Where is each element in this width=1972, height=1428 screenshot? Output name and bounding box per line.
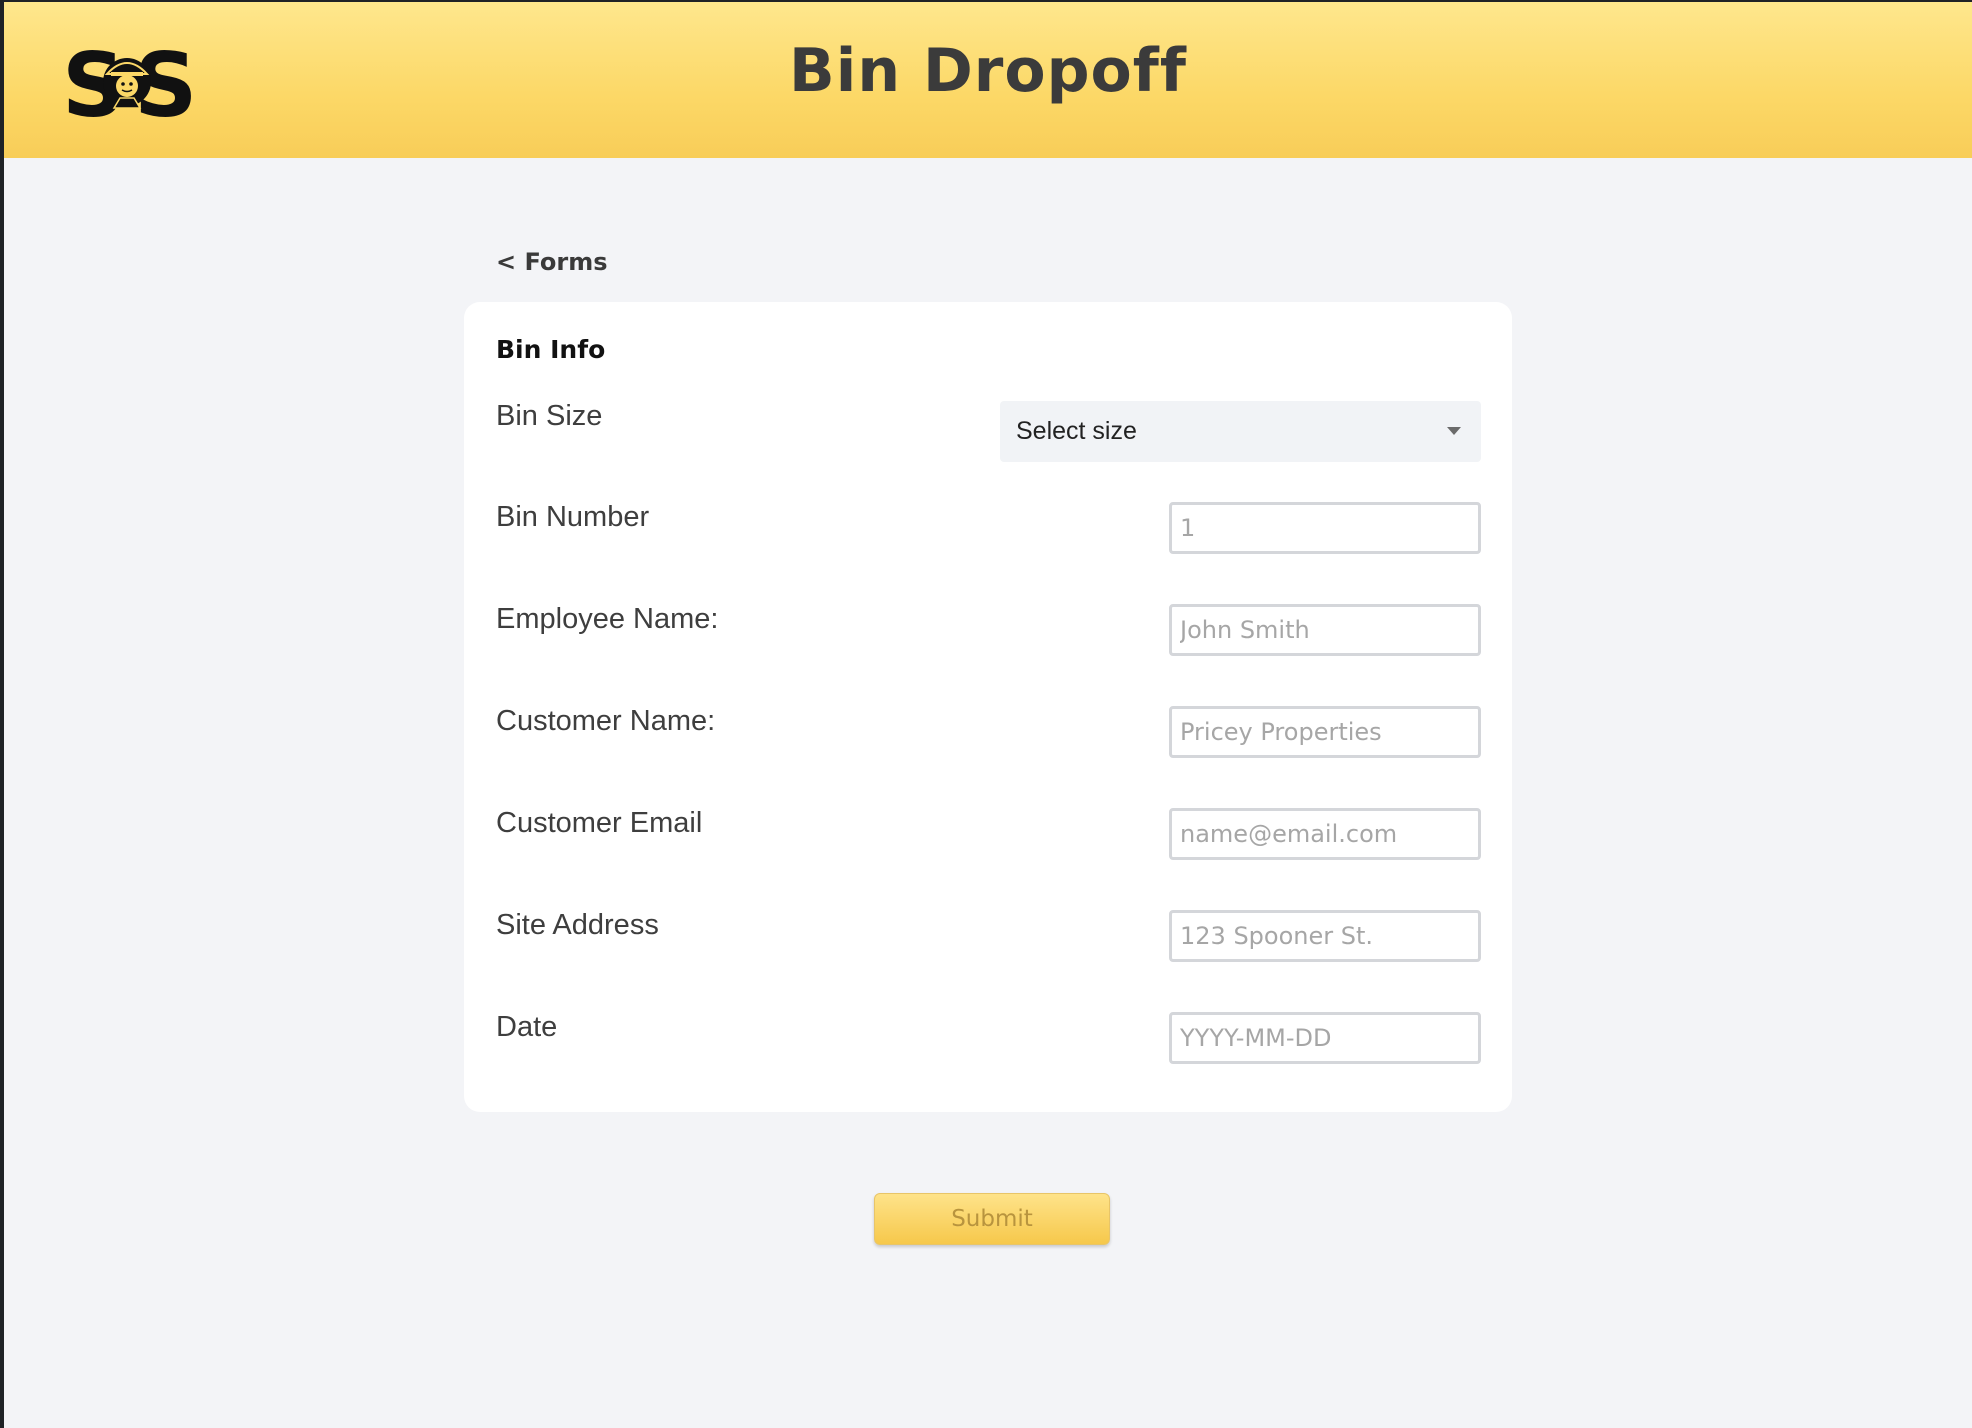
submit-button[interactable]: Submit bbox=[874, 1193, 1110, 1245]
app-window: S S Bin Dropoff < Forms Bin Info Bin Siz… bbox=[4, 2, 1972, 1428]
customer-email-input[interactable] bbox=[1169, 808, 1481, 860]
date-input[interactable] bbox=[1169, 1012, 1481, 1064]
date-label: Date bbox=[496, 1011, 558, 1043]
customer-name-label: Customer Name: bbox=[496, 705, 716, 737]
employee-name-input[interactable] bbox=[1169, 604, 1481, 656]
bin-number-input[interactable] bbox=[1169, 502, 1481, 554]
customer-name-input[interactable] bbox=[1169, 706, 1481, 758]
back-to-forms-link[interactable]: < Forms bbox=[496, 248, 608, 276]
page-title: Bin Dropoff bbox=[789, 36, 1187, 106]
employee-name-label: Employee Name: bbox=[496, 603, 719, 635]
bin-number-label: Bin Number bbox=[496, 501, 650, 533]
bin-size-select[interactable]: Select size bbox=[1000, 401, 1481, 462]
page-header: S S Bin Dropoff bbox=[4, 2, 1972, 158]
customer-email-label: Customer Email bbox=[496, 807, 703, 839]
chevron-down-icon bbox=[1447, 427, 1461, 435]
bin-size-selected-value: Select size bbox=[1016, 417, 1137, 445]
bin-info-card: Bin Info Bin Size Select size Bin Number… bbox=[464, 302, 1512, 1112]
bin-size-label: Bin Size bbox=[496, 400, 603, 432]
site-address-label: Site Address bbox=[496, 909, 659, 941]
section-title: Bin Info bbox=[496, 335, 606, 364]
site-address-input[interactable] bbox=[1169, 910, 1481, 962]
